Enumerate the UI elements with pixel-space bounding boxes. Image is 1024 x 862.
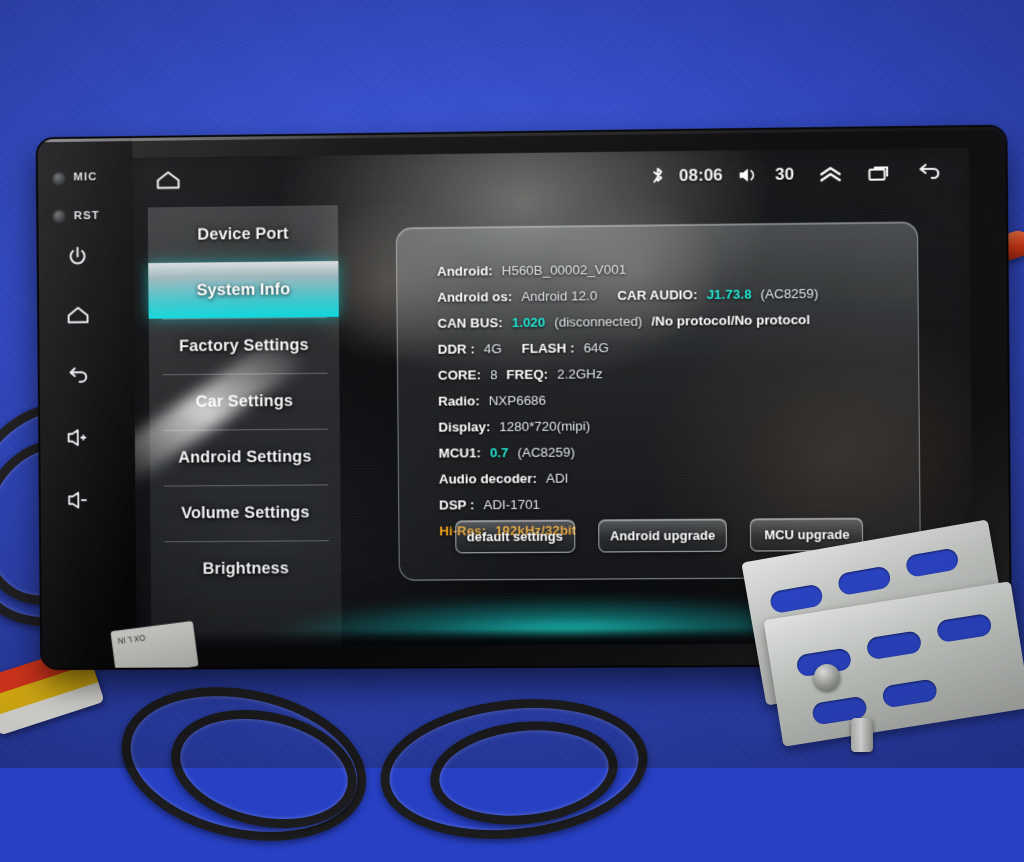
mcu-upgrade-button[interactable]: MCU upgrade <box>750 517 864 552</box>
car-audio-key: CAR AUDIO: <box>617 287 698 303</box>
display-key: Display: <box>438 419 491 435</box>
info-row-memory: DDR : 4G FLASH : 64G <box>438 334 902 360</box>
info-row-android-os: Android os: Android 12.0 CAR AUDIO: J1.73.8… <box>437 282 901 308</box>
can-bus-key: CAN BUS: <box>437 315 503 331</box>
info-row-dsp: DSP : ADI-1701 <box>439 491 903 516</box>
sidebar-item-factory-settings[interactable]: Factory Settings <box>149 317 340 375</box>
dsp-value: ADI-1701 <box>483 496 541 513</box>
physical-button-rail: MIC RST <box>37 138 137 669</box>
sidebar-item-label: Brightness <box>202 558 290 578</box>
sidebar-item-label: Device Port <box>197 224 289 244</box>
can-bus-value: 1.020 <box>511 314 546 331</box>
display-value: 1280*720(mipi) <box>499 418 591 435</box>
sidebar-item-label: Factory Settings <box>178 335 309 355</box>
android-os-value: Android 12.0 <box>521 288 598 304</box>
volume-up-icon[interactable] <box>66 427 94 449</box>
chevron-double-up-icon[interactable] <box>817 164 843 184</box>
can-bus-protocol: /No protocol/No protocol <box>651 312 811 329</box>
sidebar-item-car-settings[interactable]: Car Settings <box>149 373 340 430</box>
sidebar-item-system-info[interactable]: System Info <box>148 260 339 319</box>
sidebar-item-label: Car Settings <box>195 391 294 411</box>
info-row-android: Android: H560B_00002_V001 <box>437 256 901 282</box>
info-row-cpu: CORE: 8 FREQ: 2.2GHz <box>438 360 902 386</box>
sidebar-item-device-port[interactable]: Device Port <box>148 205 339 263</box>
settings-sidebar: Device Port System Info Factory Settings… <box>147 205 342 647</box>
info-row-mcu1: MCU1: 0.7 (AC8259) <box>439 439 903 464</box>
status-bar-indicators: 08:06 30 <box>651 163 943 187</box>
android-value: H560B_00002_V001 <box>501 261 627 279</box>
flash-key: FLASH : <box>521 340 575 356</box>
can-bus-state: (disconnected) <box>554 313 643 330</box>
car-head-unit: MIC RST 08:06 30 Device Port System Info… <box>37 126 1011 669</box>
sidebar-item-volume-settings[interactable]: Volume Settings <box>150 484 341 541</box>
clock-label: 08:06 <box>678 165 723 186</box>
mcu1-value: 0.7 <box>489 445 509 461</box>
core-value: 8 <box>489 367 498 383</box>
info-row-display: Display: 1280*720(mipi) <box>438 413 902 438</box>
status-bar: 08:06 30 <box>132 147 969 207</box>
reset-label: RST <box>73 209 100 223</box>
info-row-can-bus: CAN BUS: 1.020 (disconnected) /No protocol/… <box>437 308 901 334</box>
sidebar-item-android-settings[interactable]: Android Settings <box>150 428 341 485</box>
sticker-text: OX L IN <box>117 632 146 646</box>
bluetooth-icon <box>651 167 664 186</box>
freq-value: 2.2GHz <box>556 366 603 382</box>
android-settings-ui: 08:06 30 Device Port System Info Factory… <box>132 147 973 647</box>
audio-decoder-value: ADI <box>545 470 569 486</box>
mcu1-key: MCU1: <box>438 445 481 461</box>
system-info-card: Android: H560B_00002_V001 Android os: Andr… <box>395 221 922 581</box>
ddr-value: 4G <box>483 341 502 357</box>
system-info-list: Android: H560B_00002_V001 Android os: Andr… <box>437 256 904 547</box>
info-row-audio-decoder: Audio decoder: ADI <box>439 465 903 490</box>
android-key: Android: <box>436 263 493 279</box>
card-action-buttons: default settings Android upgrade MCU upg… <box>399 517 919 554</box>
volume-icon[interactable] <box>738 166 760 184</box>
back-arrow-icon[interactable] <box>916 163 943 183</box>
android-os-key: Android os: <box>437 289 513 305</box>
sidebar-item-label: System Info <box>196 279 291 299</box>
mic-label: MIC <box>73 171 98 184</box>
info-row-radio: Radio: NXP6686 <box>438 387 902 413</box>
sidebar-item-label: Android Settings <box>178 447 312 467</box>
sidebar-item-label: Volume Settings <box>181 502 310 522</box>
radio-value: NXP6686 <box>488 392 547 409</box>
car-audio-chip: (AC8259) <box>760 285 819 302</box>
core-key: CORE: <box>437 367 482 383</box>
reset-hole-icon <box>52 209 67 225</box>
ddr-key: DDR : <box>437 341 475 357</box>
mic-hole-icon <box>51 171 67 187</box>
android-upgrade-button[interactable]: Android upgrade <box>597 518 728 553</box>
power-icon[interactable] <box>66 245 89 268</box>
default-settings-button[interactable]: default settings <box>454 519 576 554</box>
home-icon[interactable] <box>66 303 91 325</box>
audio-decoder-key: Audio decoder: <box>438 470 537 487</box>
back-icon[interactable] <box>66 365 91 387</box>
home-icon[interactable] <box>154 168 182 196</box>
car-audio-value: J1.73.8 <box>706 286 752 303</box>
freq-key: FREQ: <box>506 366 549 383</box>
mcu1-chip: (AC8259) <box>517 444 575 461</box>
sidebar-item-brightness[interactable]: Brightness <box>151 540 342 597</box>
recent-apps-icon[interactable] <box>867 163 893 183</box>
dsp-key: DSP : <box>438 497 475 513</box>
volume-level-label: 30 <box>775 164 795 184</box>
radio-key: Radio: <box>438 393 480 409</box>
volume-down-icon[interactable] <box>66 489 94 511</box>
touchscreen-display[interactable]: 08:06 30 Device Port System Info Factory… <box>132 147 974 647</box>
flash-value: 64G <box>583 340 609 356</box>
